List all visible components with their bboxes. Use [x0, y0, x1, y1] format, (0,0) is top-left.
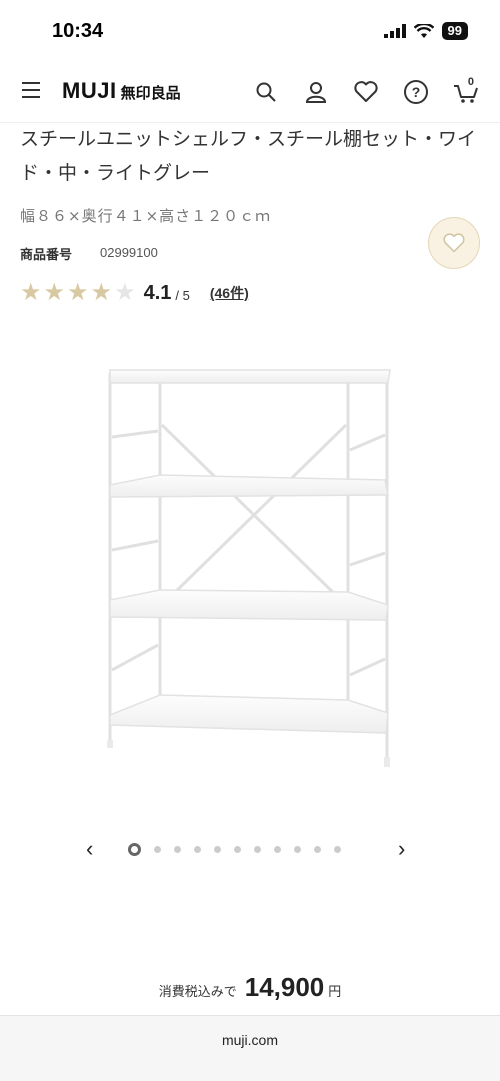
product-number: 02999100	[100, 245, 158, 260]
url-text: muji.com	[221, 1032, 278, 1048]
carousel-dot[interactable]	[174, 846, 181, 853]
carousel-prev-button[interactable]: ‹	[86, 836, 93, 862]
star-icon: ★	[20, 279, 42, 306]
account-icon[interactable]	[300, 76, 332, 108]
status-icons: 99	[383, 22, 468, 40]
product-size: 幅８６×奥行４１×高さ１２０ｃｍ	[20, 207, 272, 225]
price-amount: 14,900	[244, 972, 325, 1002]
logo-text-jp: 無印良品	[120, 84, 181, 102]
browser-url-bar[interactable]: muji.com	[0, 1015, 500, 1081]
carousel-dot[interactable]	[254, 846, 261, 853]
price-unit: 円	[328, 985, 342, 1000]
star-icon: ★	[67, 279, 89, 306]
carousel-dot[interactable]	[154, 846, 161, 853]
carousel-dot[interactable]	[314, 846, 321, 853]
star-icon: ★	[43, 279, 66, 306]
cart-count-badge: 0	[467, 76, 474, 88]
cart-icon[interactable]: 0	[450, 76, 482, 108]
price-section: 消費税込みで 14,900 円	[0, 972, 500, 1003]
wifi-icon	[413, 23, 434, 38]
status-time: 10:34	[52, 20, 104, 42]
carousel-dot[interactable]	[294, 846, 301, 853]
carousel-dots	[128, 843, 341, 856]
product-number-label: 商品番号	[20, 248, 73, 263]
battery-indicator: 99	[441, 22, 468, 40]
carousel-dot[interactable]	[128, 843, 141, 856]
heart-icon	[443, 233, 465, 253]
star-icon: ★	[90, 279, 113, 306]
logo-text: MUJI	[62, 78, 117, 103]
carousel-dot[interactable]	[194, 846, 201, 853]
rating-out-of: / 5	[175, 287, 190, 303]
signal-icon	[383, 24, 406, 38]
rating-stars: ★ ★ ★ ★ ★	[20, 280, 136, 306]
product-rating: ★ ★ ★ ★ ★ 4.1 / 5 (46件)	[20, 280, 249, 306]
header-icons: ? 0	[250, 76, 482, 108]
help-icon[interactable]: ?	[400, 76, 432, 108]
price-tax-label: 消費税込みで	[158, 985, 237, 1000]
search-icon[interactable]	[250, 76, 282, 108]
favorites-heart-icon[interactable]	[350, 76, 382, 108]
svg-text:?: ?	[412, 84, 421, 100]
image-carousel: ‹ ›	[0, 830, 500, 870]
carousel-dot[interactable]	[274, 846, 281, 853]
star-icon: ★	[114, 279, 136, 306]
carousel-dot[interactable]	[234, 846, 241, 853]
status-bar: 10:34 99	[0, 0, 500, 62]
site-header: MUJI 無印良品 ? 0	[0, 62, 500, 123]
carousel-dot[interactable]	[214, 846, 221, 853]
rating-score: 4.1	[143, 281, 172, 304]
review-count-link[interactable]: (46件)	[210, 283, 249, 303]
carousel-next-button[interactable]: ›	[398, 836, 405, 862]
menu-icon[interactable]	[22, 82, 40, 100]
add-favorite-button[interactable]	[428, 217, 480, 269]
muji-logo[interactable]: MUJI 無印良品	[62, 78, 181, 104]
carousel-dot[interactable]	[334, 846, 341, 853]
product-image[interactable]	[90, 355, 410, 775]
product-title: スチールユニットシェルフ・スチール棚セット・ワイド・中・ライトグレー	[20, 128, 477, 184]
